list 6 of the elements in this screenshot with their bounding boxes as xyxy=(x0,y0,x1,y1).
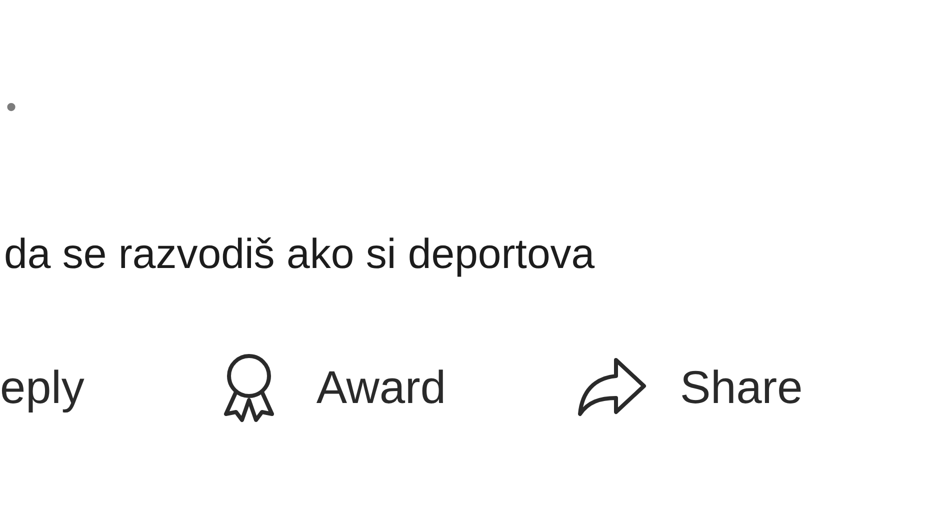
comment-text: da se razvodiš ako si deportova xyxy=(4,229,595,279)
share-button[interactable]: Share xyxy=(576,356,803,418)
award-button[interactable]: Award xyxy=(214,350,446,424)
share-arrow-icon xyxy=(576,356,648,418)
meta-separator: • xyxy=(6,90,17,126)
reply-button[interactable]: eply xyxy=(0,357,84,417)
